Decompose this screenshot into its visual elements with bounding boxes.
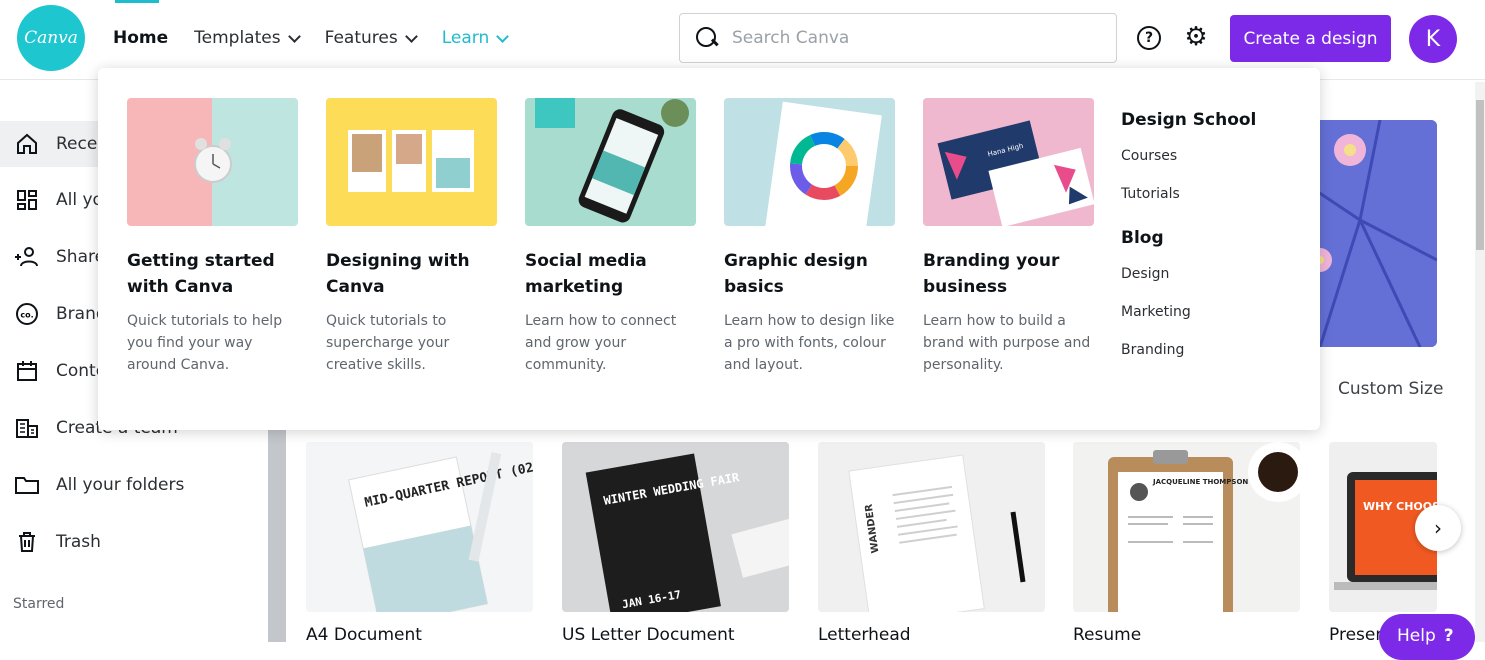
main-nav: Home Templates Features Learn — [113, 0, 533, 76]
sidebar-item-trash[interactable]: Trash — [14, 527, 101, 557]
nav-home[interactable]: Home — [113, 28, 168, 48]
home-icon — [14, 131, 40, 157]
template-card-a4[interactable]: MID-QUARTER REPORT (02) — [306, 442, 533, 612]
create-design-button[interactable]: Create a design — [1230, 15, 1391, 62]
sidebar-item-label: Trash — [56, 532, 101, 552]
grid-icon — [14, 187, 40, 213]
question-icon: ? — [1443, 626, 1454, 646]
chevron-down-icon — [404, 29, 418, 43]
learn-card-title: Getting started with Canva — [127, 251, 275, 297]
learn-card-getting-started[interactable]: Getting started with Canva Quick tutoria… — [127, 98, 299, 376]
help-icon[interactable]: ? — [1137, 26, 1161, 50]
resume-thumb-text: JACQUELINE THOMPSON — [1152, 478, 1248, 486]
learn-card-graphic-design[interactable]: Graphic design basics Learn how to desig… — [724, 98, 896, 376]
social-media-image — [525, 98, 696, 226]
template-label-letterhead[interactable]: Letterhead — [818, 625, 911, 645]
help-button-label: Help — [1397, 626, 1436, 646]
nav-learn[interactable]: Learn — [441, 28, 510, 48]
canva-logo[interactable]: Canva — [17, 5, 85, 71]
learn-card-designing[interactable]: Designing with Canva Quick tutorials to … — [326, 98, 498, 376]
sidebar-item-folders[interactable]: All your folders — [14, 470, 184, 500]
starred-heading: Starred — [13, 596, 65, 612]
template-card-us-letter[interactable]: WINTER WEDDING FAIR JAN 16-17 — [562, 442, 789, 612]
link-marketing[interactable]: Marketing — [1121, 304, 1256, 342]
main-scrollbar[interactable] — [1475, 82, 1485, 642]
search-bar[interactable] — [679, 13, 1117, 63]
search-icon — [696, 27, 718, 49]
blog-heading[interactable]: Blog — [1121, 228, 1256, 248]
template-card-resume[interactable]: JACQUELINE THOMPSON — [1073, 442, 1300, 612]
getting-started-image — [127, 98, 298, 226]
sidebar-item-label: All your folders — [56, 475, 185, 495]
template-card-letterhead[interactable]: WANDER — [818, 442, 1045, 612]
chevron-down-icon — [496, 29, 510, 43]
template-label-a4[interactable]: A4 Document — [306, 625, 422, 645]
learn-card-branding[interactable]: Hana High Branding your business Learn h… — [923, 98, 1095, 376]
design-school-heading[interactable]: Design School — [1121, 110, 1256, 130]
learn-card-desc: Learn how to build a brand with purpose … — [923, 313, 1091, 373]
nav-templates-label: Templates — [194, 28, 281, 48]
building-icon — [14, 415, 40, 441]
learn-dropdown-menu: Getting started with Canva Quick tutoria… — [98, 68, 1320, 430]
graphic-design-image — [724, 98, 895, 226]
svg-text:co.: co. — [20, 311, 33, 320]
chevron-right-icon: › — [1434, 516, 1442, 540]
template-label-resume[interactable]: Resume — [1073, 625, 1141, 645]
gear-icon[interactable]: ⚙ — [1184, 24, 1208, 50]
link-design[interactable]: Design — [1121, 266, 1256, 304]
hero-image[interactable] — [1300, 120, 1437, 347]
scrollbar-thumb[interactable] — [1476, 100, 1484, 250]
template-label-us-letter[interactable]: US Letter Document — [562, 625, 735, 645]
link-courses[interactable]: Courses — [1121, 148, 1256, 186]
learn-card-desc: Learn how to design like a pro with font… — [724, 313, 895, 373]
carousel-next-button[interactable]: › — [1415, 505, 1461, 551]
trash-icon — [14, 529, 40, 555]
brand-icon: co. — [14, 301, 40, 327]
learn-card-title: Graphic design basics — [724, 251, 868, 297]
designing-image — [326, 98, 497, 226]
link-branding[interactable]: Branding — [1121, 342, 1256, 380]
learn-card-title: Social media marketing — [525, 251, 647, 297]
nav-templates[interactable]: Templates — [194, 28, 301, 48]
branding-image: Hana High — [923, 98, 1094, 226]
nav-features-label: Features — [324, 28, 398, 48]
learn-card-title: Branding your business — [923, 251, 1060, 297]
nav-home-label: Home — [113, 28, 169, 48]
calendar-icon — [14, 358, 40, 384]
learn-card-social-media[interactable]: Social media marketing Learn how to conn… — [525, 98, 697, 376]
search-input[interactable] — [732, 28, 1092, 48]
nav-learn-label: Learn — [441, 28, 490, 48]
help-button[interactable]: Help? — [1379, 614, 1475, 660]
nav-features[interactable]: Features — [324, 28, 418, 48]
learn-card-desc: Learn how to connect and grow your commu… — [525, 313, 677, 373]
learn-card-desc: Quick tutorials to supercharge your crea… — [326, 313, 450, 373]
learn-links: Design School Courses Tutorials Blog Des… — [1121, 110, 1256, 380]
chevron-down-icon — [287, 29, 301, 43]
folder-icon — [14, 472, 40, 498]
learn-card-desc: Quick tutorials to help you find your wa… — [127, 313, 283, 373]
link-tutorials[interactable]: Tutorials — [1121, 186, 1256, 224]
custom-size-label[interactable]: Custom Size — [1338, 379, 1443, 399]
people-icon — [14, 244, 40, 270]
learn-card-title: Designing with Canva — [326, 251, 470, 297]
avatar[interactable]: K — [1409, 15, 1457, 63]
